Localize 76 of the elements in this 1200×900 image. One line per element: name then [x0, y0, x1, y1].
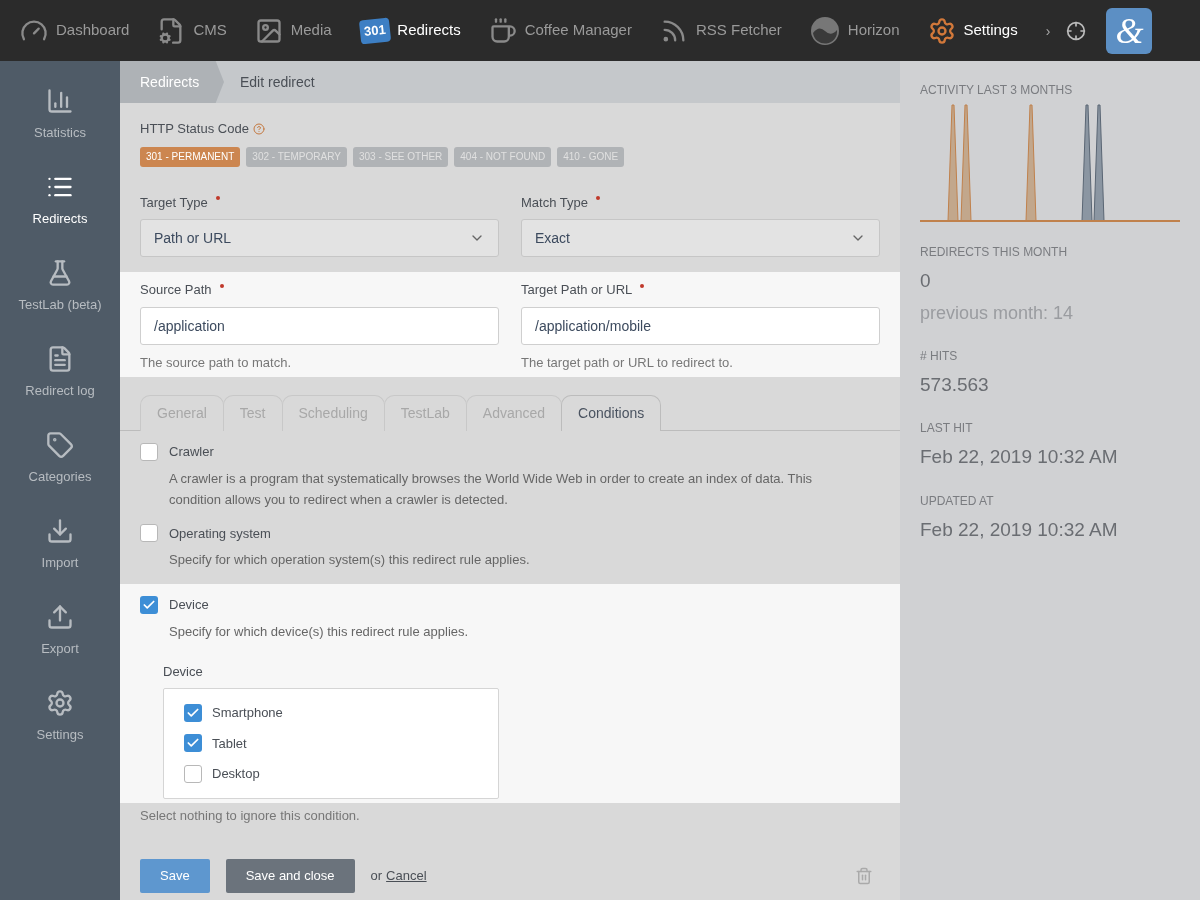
checkbox-label: Operating system: [169, 524, 271, 543]
top-nav-item[interactable]: Dashboard: [20, 16, 130, 45]
stat-label: UPDATED AT: [920, 492, 995, 510]
checkbox[interactable]: [184, 703, 202, 722]
stat-label: ACTIVITY LAST 3 MONTHS: [920, 82, 1074, 99]
status-code-option[interactable]: 301 - PERMANENT: [140, 146, 241, 167]
or-text: or: [370, 867, 383, 886]
stat-label: # HITS: [920, 347, 959, 365]
stat-value: 573.563: [920, 372, 990, 397]
help-icon[interactable]: [252, 122, 265, 135]
field-label: HTTP Status Code: [140, 120, 249, 138]
select-field[interactable]: Exact: [521, 219, 880, 257]
checkbox-label: Crawler: [169, 443, 214, 461]
upload-icon: [46, 603, 74, 631]
checkbox[interactable]: [140, 595, 158, 614]
image-icon: [254, 16, 283, 45]
trash-icon[interactable]: [855, 867, 873, 885]
top-nav-item[interactable]: Coffee Manager: [488, 16, 632, 45]
stat-value: 0: [920, 269, 932, 293]
hint-text: Select nothing to ignore this condition.: [139, 806, 361, 825]
download-icon: [46, 517, 74, 545]
sidebar-item[interactable]: Settings: [0, 689, 120, 775]
input-field[interactable]: /application/mobile: [521, 306, 880, 345]
stat-value: Feb 22, 2019 10:32 AM: [920, 517, 1119, 542]
wave-circle-icon: [809, 15, 840, 46]
tag-icon: [46, 431, 74, 459]
top-nav-item[interactable]: Media: [254, 16, 332, 45]
tab[interactable]: Conditions: [561, 395, 662, 431]
sidebar-item[interactable]: Redirect log: [0, 345, 120, 431]
top-nav-item[interactable]: Settings: [927, 16, 1018, 45]
input-field[interactable]: /application: [140, 306, 499, 345]
sidebar-item[interactable]: Redirects: [0, 173, 120, 259]
sidebar-item[interactable]: Categories: [0, 431, 120, 517]
sidebar-item[interactable]: Export: [0, 603, 120, 689]
bar-chart-icon: [46, 87, 74, 115]
condition-description: Specify for which operation system(s) this redirect rule applies.: [168, 551, 531, 569]
checkbox-label: Device: [169, 596, 209, 614]
top-nav-item[interactable]: RSS Fetcher: [659, 16, 782, 45]
checkbox[interactable]: [184, 734, 202, 753]
checkbox[interactable]: [140, 442, 158, 461]
checkbox[interactable]: [184, 764, 202, 783]
top-nav-item[interactable]: CMS: [157, 16, 227, 45]
field-label: Device: [163, 662, 204, 681]
more-arrow[interactable]: ›: [1045, 20, 1051, 41]
crosshair-icon[interactable]: [1066, 20, 1087, 41]
select-field[interactable]: Path or URL: [140, 219, 499, 257]
checkbox-label: Smartphone: [212, 704, 283, 722]
stat-value: Feb 22, 2019 10:32 AM: [920, 445, 1119, 469]
top-nav-item[interactable]: Horizon: [809, 15, 900, 46]
stat-label: REDIRECTS THIS MONTH: [920, 244, 1069, 261]
sidebar-item[interactable]: Statistics: [0, 87, 120, 173]
cancel-link[interactable]: Cancel: [386, 866, 427, 886]
cup-icon: [488, 16, 517, 45]
help-text: The source path to match.: [140, 353, 293, 372]
sidebar-item[interactable]: Import: [0, 517, 120, 603]
checkbox-label: Tablet: [212, 734, 247, 753]
redirect-badge-icon: 301: [358, 17, 391, 44]
field-label: Target Type: [140, 193, 208, 212]
breadcrumb-current: Edit redirect: [240, 72, 315, 92]
checkbox-label: Desktop: [212, 765, 260, 783]
field-label: Match Type: [521, 193, 588, 212]
help-text: The target path or URL to redirect to.: [521, 353, 734, 372]
save-and-close-button[interactable]: Save and close: [225, 859, 355, 893]
condition-description: A crawler is a program that systematically browses the World Wide Web in order to create an index of data. This condition allows you to redirect when a crawler is detected.: [168, 469, 814, 509]
save-button[interactable]: Save: [140, 859, 210, 893]
breadcrumb-link[interactable]: Redirects: [120, 61, 224, 103]
sidebar-item[interactable]: TestLab (beta): [0, 259, 120, 345]
gear-icon: [46, 689, 74, 717]
field-label: Source Path: [140, 281, 212, 299]
gear-icon: [927, 16, 956, 45]
condition-description: Specify for which device(s) this redirect rule applies.: [168, 622, 470, 641]
field-label: Target Path or URL: [521, 281, 633, 299]
app-logo[interactable]: &: [1106, 7, 1153, 54]
stat-label: LAST HIT: [920, 420, 974, 437]
top-nav-item[interactable]: 301 Redirects: [359, 18, 461, 43]
checkbox[interactable]: [140, 524, 158, 543]
